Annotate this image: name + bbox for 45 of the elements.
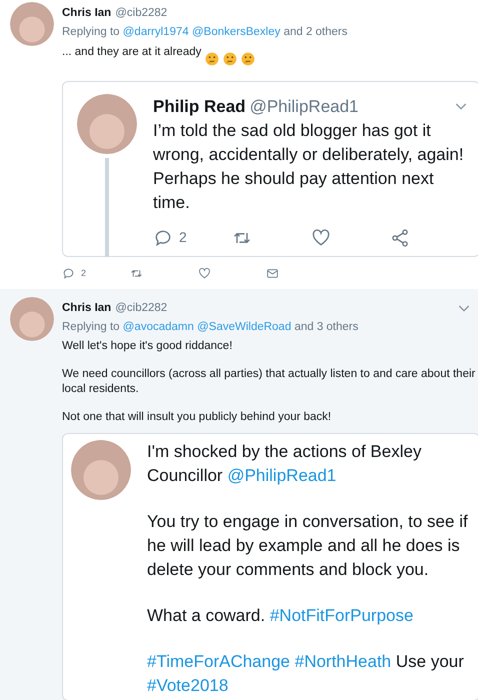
- mention-link[interactable]: @BonkersBexley: [192, 26, 280, 38]
- author-handle: @cib2282: [115, 300, 168, 316]
- author-name[interactable]: Chris Ian: [62, 5, 112, 22]
- mention-link[interactable]: @avocadamn: [122, 320, 194, 333]
- reply-count: 2: [179, 228, 187, 247]
- tweet-text: We need councillors (across all parties) that actually listen to and care about their local residents.: [62, 367, 476, 397]
- tweet-text: Not one that will insult you publicly behind your back!: [62, 410, 332, 425]
- thinking-emoji-icon: [205, 52, 220, 66]
- mention-link[interactable]: @SaveWildeRoad: [197, 320, 292, 333]
- thinking-emoji-icon: [241, 52, 256, 66]
- author-name[interactable]: Philip Read: [153, 94, 246, 119]
- replying-to-text: Replying to @darryl1974 @BonkersBexley and 2 others: [62, 25, 348, 40]
- tweet-text: Well let's hope it's good riddance!: [62, 339, 234, 354]
- tweet-text: What a coward. #NotFitForPurpose: [147, 605, 414, 627]
- tweet-text: You try to engage in conversation, to see if he will lead by example and all he does is delete your comments and block you.: [147, 511, 469, 581]
- action-button[interactable]: 2: [62, 267, 130, 280]
- reply-count: 2: [81, 267, 86, 280]
- mention-link[interactable]: #NotFitForPurpose: [270, 606, 414, 625]
- mention-link[interactable]: #Vote2018: [147, 676, 228, 695]
- mention-link[interactable]: #NorthHeath: [294, 652, 392, 671]
- reply-icon: [153, 228, 173, 248]
- tweet-text: ... and they are at it already: [62, 44, 202, 60]
- action-button[interactable]: 2: [153, 227, 232, 248]
- heart-icon: [311, 228, 331, 248]
- tweet-text: I'm shocked by the actions of Bexley Councillor @PhilipRead1: [147, 441, 422, 487]
- thinking-emoji-icon: [223, 52, 238, 66]
- reply-icon: [62, 267, 75, 280]
- tweet-text: I’m told the sad old blogger has got it wrong, accidentally or deliberately, again! Perhaps he should pay attention next time.: [153, 120, 465, 214]
- envelope-icon: [266, 267, 279, 280]
- avatar[interactable]: [77, 94, 137, 154]
- tweet-text: #TimeForAChange #NorthHeath Use your #Vote2018: [147, 651, 465, 697]
- replying-to-text: Replying to @avocadamn @SaveWildeRoad and 3 others: [62, 320, 360, 335]
- avatar[interactable]: [71, 440, 131, 500]
- avatar[interactable]: [10, 296, 54, 340]
- mention-link[interactable]: @PhilipRead1: [227, 466, 336, 485]
- quoted-tweet-card[interactable]: [62, 433, 478, 700]
- heart-icon: [198, 267, 211, 280]
- avatar[interactable]: [10, 2, 54, 46]
- quoted-tweet-card[interactable]: Philip Read @PhilipRead1 I’m told the sad old blogger has got it wrong, accidentally or deliberately, again! Perhaps he should pay attention next time. 2: [62, 80, 478, 257]
- author-name[interactable]: Chris Ian: [62, 300, 112, 317]
- author-handle: @cib2282: [115, 6, 168, 21]
- mention-link[interactable]: @darryl1974: [122, 26, 189, 38]
- author-handle: @PhilipRead1: [250, 96, 359, 118]
- mention-link[interactable]: #TimeForAChange: [147, 652, 290, 671]
- share-icon: [390, 228, 410, 248]
